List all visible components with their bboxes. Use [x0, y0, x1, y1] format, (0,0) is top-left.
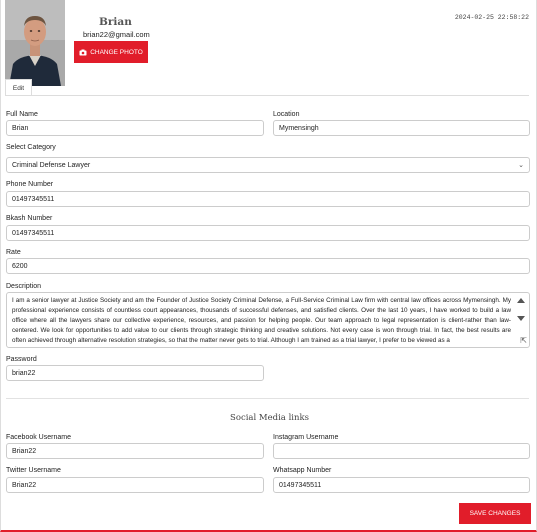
bkash-label: Bkash Number	[6, 215, 53, 222]
category-select[interactable]: Criminal Defense Lawyer ⌄	[6, 157, 530, 173]
section-divider	[6, 398, 529, 399]
location-input[interactable]: Mymensingh	[273, 120, 530, 136]
twitter-input[interactable]: Brian22	[6, 477, 264, 493]
password-label: Password	[6, 356, 37, 363]
phone-label: Phone Number	[6, 181, 54, 188]
resize-handle-icon[interactable]: ⇱	[520, 336, 527, 345]
whatsapp-label: Whatsapp Number	[273, 467, 332, 474]
bkash-input[interactable]: 01497345511	[6, 225, 530, 241]
full-name-label: Full Name	[6, 111, 38, 118]
avatar	[5, 0, 65, 86]
change-photo-label: CHANGE PHOTO	[90, 48, 143, 56]
phone-input[interactable]: 01497345511	[6, 191, 530, 207]
tab-edit[interactable]: Edit	[5, 79, 32, 96]
profile-name: Brian	[99, 16, 132, 28]
full-name-input[interactable]: Brian	[6, 120, 264, 136]
instagram-label: Instagram Username	[273, 434, 339, 441]
profile-email: brian22@gmail.com	[83, 30, 150, 39]
category-label: Select Category	[6, 144, 56, 151]
facebook-input[interactable]: Brian22	[6, 443, 264, 459]
location-label: Location	[273, 111, 300, 118]
scroll-up-icon[interactable]	[517, 298, 525, 303]
facebook-label: Facebook Username	[6, 434, 71, 441]
tab-divider	[5, 95, 529, 96]
timestamp: 2024-02-25 22:58:22	[454, 14, 529, 21]
password-input[interactable]: brian22	[6, 365, 264, 381]
description-text: I am a senior lawyer at Justice Society …	[12, 297, 511, 344]
rate-input[interactable]: 6200	[6, 258, 530, 274]
description-label: Description	[6, 283, 42, 290]
rate-label: Rate	[6, 249, 21, 256]
change-photo-button[interactable]: CHANGE PHOTO	[74, 41, 148, 63]
description-textarea[interactable]: I am a senior lawyer at Justice Society …	[6, 292, 530, 348]
scroll-down-icon[interactable]	[517, 316, 525, 321]
instagram-input[interactable]	[273, 443, 530, 459]
category-value: Criminal Defense Lawyer	[12, 161, 91, 169]
twitter-label: Twitter Username	[6, 467, 61, 474]
camera-icon	[79, 49, 87, 55]
chevron-down-icon: ⌄	[518, 162, 524, 169]
save-changes-button[interactable]: SAVE CHANGES	[459, 503, 531, 524]
whatsapp-input[interactable]: 01497345511	[273, 477, 530, 493]
description-scrollbar[interactable]: ⇱	[515, 293, 529, 347]
social-section-title: Social Media links	[230, 413, 309, 423]
profile-card: Brian brian22@gmail.com CHANGE PHOTO 202…	[0, 0, 537, 532]
